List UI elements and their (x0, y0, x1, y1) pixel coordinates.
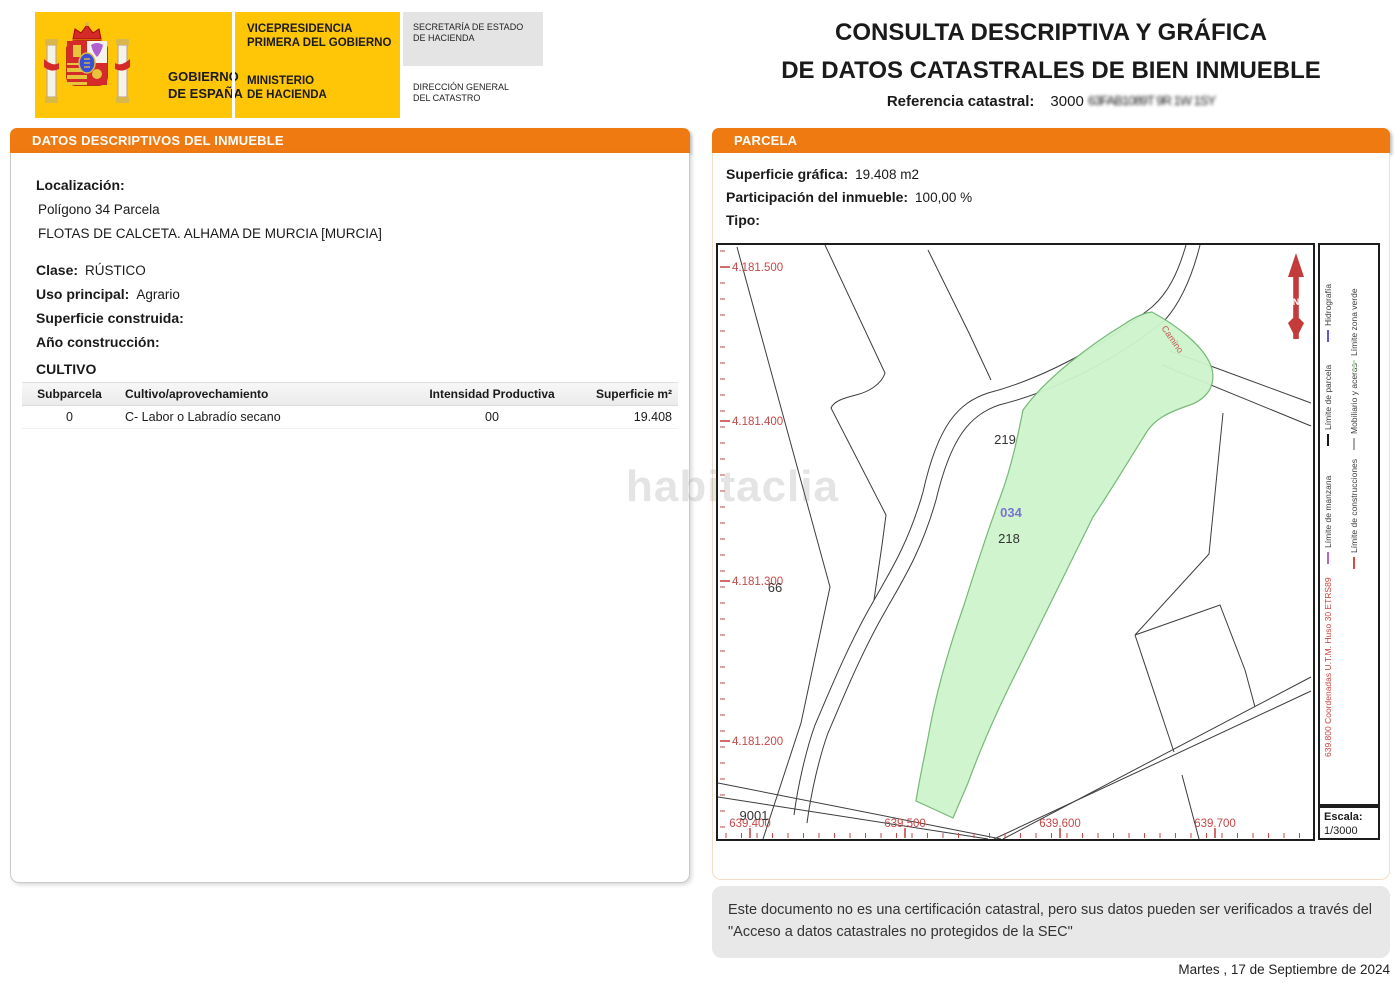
cultivo-title: CULTIVO (36, 361, 97, 377)
document-title: CONSULTA DESCRIPTIVA Y GRÁFICA DE DATOS … (712, 14, 1390, 90)
legend-item: Límite de manzana (1323, 476, 1333, 564)
government-logo-block: GOBIERNO DE ESPAÑA VICEPRESIDENCIA PRIME… (35, 12, 400, 118)
localizacion-line2: FLOTAS DE CALCETA. ALHAMA DE MURCIA [MUR… (38, 226, 382, 241)
logo-divider (232, 12, 235, 118)
cultivo-col-header: Subparcela (37, 387, 102, 401)
cultivo-cell: 00 (485, 410, 499, 424)
svg-text:N: N (1293, 297, 1300, 307)
cultivo-table-body: 0 C- Labor o Labradío secano 00 19.408 (22, 406, 678, 429)
ano-construccion-field: Año construcción: (36, 334, 160, 350)
north-arrow-icon: N (1288, 253, 1304, 339)
left-section-header: DATOS DESCRIPTIVOS DEL INMUEBLE (10, 128, 690, 153)
legend-item: Mobiliario y aceras (1349, 363, 1359, 450)
legend-row-1: 639.800 Coordenadas U.T.M. Huso 30 ETRS8… (1323, 243, 1349, 802)
title-line2: DE DATOS CATASTRALES DE BIEN INMUEBLE (781, 57, 1321, 84)
secretaria-estado-label: SECRETARÍA DE ESTADO DE HACIENDA (403, 12, 543, 66)
map-label: 034 (1000, 505, 1022, 520)
superficie-construida-field: Superficie construida: (36, 310, 184, 326)
document-date: Martes , 17 de Septiembre de 2024 (1178, 962, 1390, 977)
legend-item: Límite de parcela (1323, 365, 1333, 446)
superficie-grafica-field: Superficie gráfica: 19.408 m2 (726, 166, 919, 182)
disclaimer-box: Este documento no es una certificación c… (712, 886, 1390, 958)
cultivo-table-header: Subparcela Cultivo/aprovechamiento Intensi… (22, 382, 678, 406)
legend-item: Límite zona verde (1349, 288, 1359, 372)
cultivo-cell: 0 (66, 410, 73, 424)
cultivo-cell: 19.408 (633, 410, 672, 424)
cultivo-col-header: Intensidad Productiva (429, 387, 555, 401)
legend-line-swatch (1352, 557, 1355, 569)
cultivo-table-row: 0 C- Labor o Labradío secano 00 19.408 (22, 406, 678, 429)
tipo-field: Tipo: (726, 212, 760, 228)
map-label: 639.600 (1039, 818, 1081, 830)
scale-box: Escala: 1/3000 (1318, 806, 1380, 840)
cultivo-col-header: Superficie m² (595, 387, 672, 401)
map-label: 218 (998, 531, 1020, 546)
vicepresidencia-label: VICEPRESIDENCIA PRIMERA DEL GOBIERNO (247, 23, 392, 49)
scale-label: Escala: (1324, 811, 1363, 823)
spain-coat-of-arms-icon (44, 22, 130, 103)
map-label: 66 (768, 580, 782, 595)
uso-principal-field: Uso principal: Agrario (36, 286, 180, 302)
reference-label: Referencia catastral: (886, 93, 1035, 110)
legend-line-swatch (1352, 438, 1355, 450)
parcel-map-svg: N 4.181.5004.181.4004.181.3004.181.20063… (717, 244, 1312, 840)
map-label: 639.700 (1194, 818, 1236, 830)
map-label: 4.181.500 (732, 262, 783, 274)
map-label: 4.181.400 (732, 416, 783, 428)
right-section-header: PARCELA (712, 128, 1390, 153)
participacion-field: Participación del inmueble: 100,00 % (726, 189, 973, 205)
scale-value: 1/3000 (1324, 825, 1358, 837)
map-legend-rotated: 639.800 Coordenadas U.T.M. Huso 30 ETRS8… (1319, 243, 1377, 802)
map-label: 9001 (740, 808, 769, 823)
legend-coordinates-note: 639.800 Coordenadas U.T.M. Huso 30 ETRS8… (1323, 577, 1333, 757)
legend-row-2: Límite de construcciones Mobiliario y ace… (1349, 243, 1375, 802)
cadastral-reference: Referencia catastral: 3000 63FAB1089T 9R … (712, 93, 1390, 110)
cadastral-document: { "colors": { "accent_orange": "#EE7A11"… (0, 0, 1400, 985)
legend-line-swatch (1326, 552, 1329, 564)
clase-field: Clase: RÚSTICO (36, 262, 146, 278)
highlighted-parcel-034 (915, 311, 1214, 819)
ministerio-label: MINISTERIO DE HACIENDA (247, 75, 327, 101)
parcel-map: N 4.181.500 4.181.400 4.181.300 4.181.200 63… (716, 243, 1315, 841)
reference-masked-value: 63FAB1089T 9R 1W 1SY (1087, 93, 1216, 108)
legend-item: Hidrografía (1323, 284, 1333, 342)
localizacion-label: Localización: (36, 177, 125, 193)
map-label: 4.181.200 (732, 736, 783, 748)
legend-line-swatch (1326, 330, 1329, 342)
title-line1: CONSULTA DESCRIPTIVA Y GRÁFICA (834, 19, 1268, 46)
legend-line-swatch (1326, 434, 1329, 446)
map-label: 639.500 (884, 818, 926, 830)
reference-value: 3000 (1050, 93, 1084, 110)
cultivo-col-header: Cultivo/aprovechamiento (125, 387, 269, 401)
localizacion-line1: Polígono 34 Parcela (38, 202, 160, 217)
legend-item: Límite de construcciones (1349, 459, 1359, 569)
cultivo-cell: C- Labor o Labradío secano (125, 410, 281, 424)
direccion-catastro-label: DIRECCIÓN GENERAL DEL CATASTRO (413, 82, 510, 103)
legend-line-swatch (1352, 360, 1355, 372)
map-label: 219 (994, 432, 1016, 447)
cultivo-table: Subparcela Cultivo/aprovechamiento Intensi… (22, 382, 678, 429)
